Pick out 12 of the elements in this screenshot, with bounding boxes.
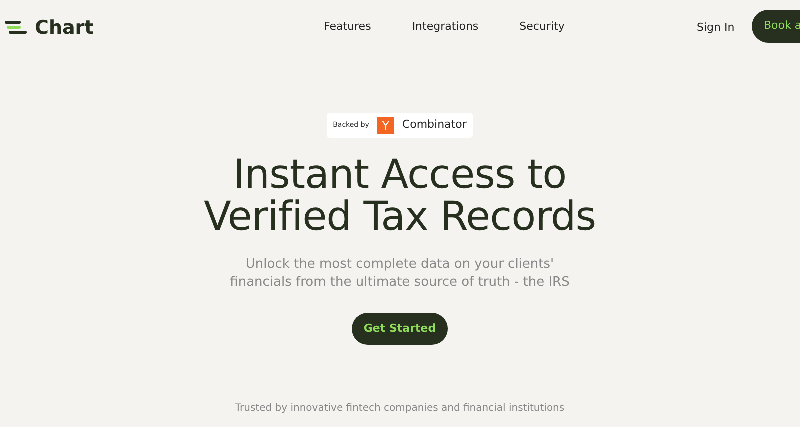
yc-logo-icon: Y bbox=[377, 117, 394, 134]
nav-link[interactable]: Integrations bbox=[412, 19, 479, 36]
nav-link[interactable]: Features bbox=[324, 19, 372, 36]
brand-logo-text[interactable]: Chart bbox=[35, 14, 94, 42]
logo-icon bbox=[5, 21, 27, 36]
sign-in-link[interactable]: Sign In bbox=[697, 20, 735, 36]
badge-name: Combinator bbox=[402, 117, 467, 134]
trusted-by-text: Trusted by innovative fintech companies and financial institutions bbox=[235, 402, 565, 416]
get-started-button[interactable]: Get Started bbox=[352, 313, 448, 345]
hero-subtitle: Unlock the most complete data on your clients' financials from the ultimate source of truth - the IRS bbox=[230, 256, 570, 292]
nav-link[interactable]: Security bbox=[520, 19, 565, 36]
hero-heading: Instant Access to Verified Tax Records bbox=[204, 154, 596, 238]
